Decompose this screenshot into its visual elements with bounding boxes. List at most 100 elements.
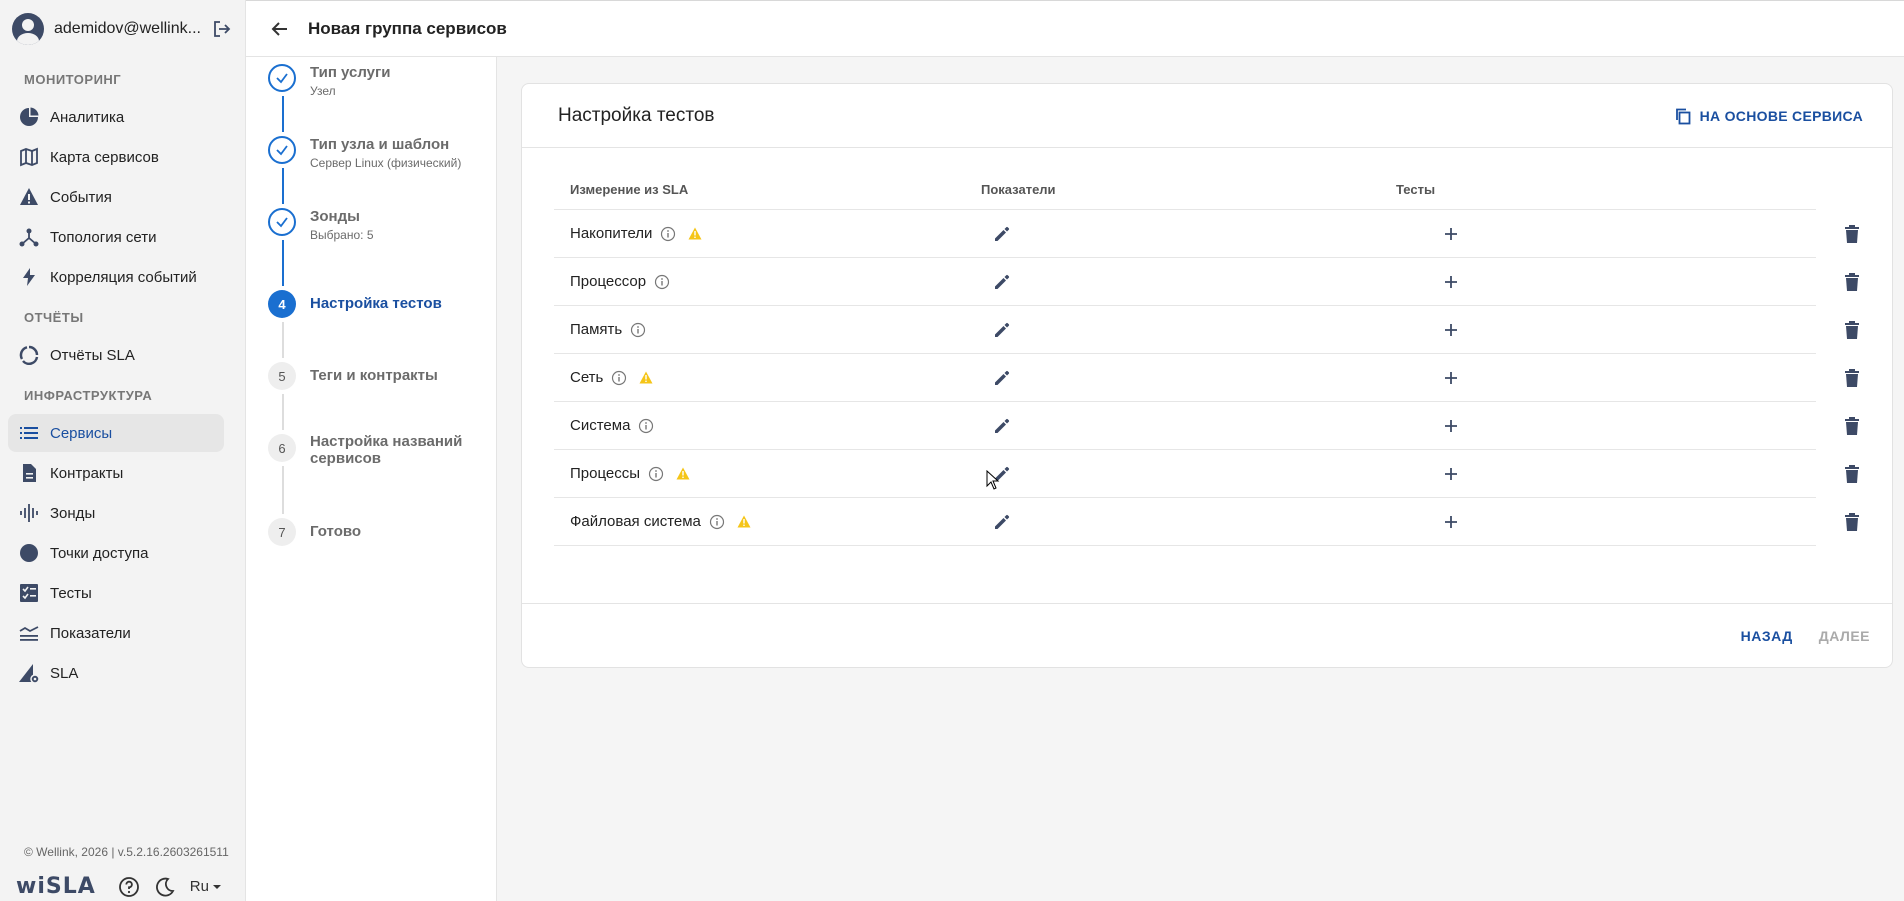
table-row: Файловая система — [554, 498, 1859, 546]
step-text: Настройка тестов — [310, 290, 442, 318]
add-test-icon[interactable] — [1443, 274, 1459, 290]
add-test-icon[interactable] — [1443, 418, 1459, 434]
delete-icon[interactable] — [1843, 272, 1861, 292]
map-icon — [18, 146, 40, 168]
logout-icon[interactable] — [211, 18, 233, 40]
wizard-stepper: Тип услуги Узел Тип узла и шаблон Сервер Li… — [246, 57, 497, 901]
sidebar-item[interactable]: SLA — [8, 654, 224, 692]
delete-icon[interactable] — [1843, 416, 1861, 436]
sidebar-nav: МОНИТОРИНГ Аналитика Карта сервисов События… — [0, 62, 245, 692]
metrics-icon — [18, 622, 40, 644]
user-name[interactable]: ademidov@wellink... — [54, 20, 211, 38]
delete-icon[interactable] — [1843, 464, 1861, 484]
step-text: Зонды Выбрано: 5 — [310, 208, 374, 242]
edit-metrics-icon[interactable] — [992, 368, 1012, 388]
check-icon — [268, 64, 296, 92]
checklist-icon — [18, 582, 40, 604]
next-button[interactable]: ДАЛЕЕ — [1819, 628, 1870, 644]
warning-icon — [688, 227, 702, 240]
based-on-service-button[interactable]: НА ОСНОВЕ СЕРВИСА — [1674, 107, 1863, 125]
sidebar-item[interactable]: Контракты — [8, 454, 224, 492]
step-title: Готово — [310, 523, 362, 540]
add-test-icon[interactable] — [1443, 466, 1459, 482]
wizard-step[interactable]: Тип услуги Узел — [268, 64, 391, 98]
measure-name: Сеть — [570, 369, 604, 386]
info-icon[interactable] — [660, 226, 676, 242]
step-subtitle: Узел — [310, 84, 336, 98]
add-test-icon[interactable] — [1443, 370, 1459, 386]
add-test-icon[interactable] — [1443, 322, 1459, 338]
edit-metrics-icon[interactable] — [992, 320, 1012, 340]
wizard-step: 4 Настройка тестов — [268, 290, 442, 318]
table-row: Система — [554, 402, 1859, 450]
sidebar-item[interactable]: События — [8, 178, 224, 216]
add-test-icon[interactable] — [1443, 514, 1459, 530]
edit-metrics-icon[interactable] — [992, 416, 1012, 436]
sidebar-item[interactable]: Показатели — [8, 614, 224, 652]
sidebar-item[interactable]: Корреляция событий — [8, 258, 224, 296]
step-connector — [282, 394, 284, 430]
step-title: Настройка тестов — [310, 295, 442, 312]
wizard-step: 6 Настройка названий сервисов — [268, 433, 480, 467]
back-arrow-icon[interactable] — [266, 15, 294, 43]
warning-icon — [639, 371, 653, 384]
sidebar-item[interactable]: Точки доступа — [8, 534, 224, 572]
info-icon[interactable] — [630, 322, 646, 338]
tests-table: Измерение из SLA Показатели Тесты Накопи… — [554, 182, 1859, 546]
help-icon[interactable] — [118, 876, 140, 898]
sidebar-item-label: Топология сети — [50, 228, 157, 246]
warning-icon — [737, 515, 751, 528]
measure-name: Система — [570, 417, 631, 434]
sidebar-item[interactable]: Сервисы — [8, 414, 224, 452]
edit-metrics-icon[interactable] — [992, 224, 1012, 244]
warning-icon — [676, 467, 690, 480]
measure-name: Файловая система — [570, 513, 701, 530]
step-number: 6 — [268, 434, 296, 462]
sidebar-item-label: Сервисы — [50, 424, 113, 442]
sidebar-item-label: Карта сервисов — [50, 148, 159, 166]
info-icon[interactable] — [638, 418, 654, 434]
step-subtitle: Сервер Linux (физический) — [310, 156, 462, 170]
step-connector — [282, 466, 284, 514]
avatar[interactable] — [12, 13, 44, 45]
chevron-down-icon — [212, 884, 221, 889]
sidebar-item[interactable]: Топология сети — [8, 218, 224, 256]
back-button[interactable]: НАЗАД — [1741, 628, 1793, 644]
wizard-step[interactable]: Тип узла и шаблон Сервер Linux (физически… — [268, 136, 461, 170]
language-select[interactable]: Ru — [190, 878, 225, 895]
measure-name: Накопители — [570, 225, 653, 242]
step-text: Готово — [310, 518, 361, 546]
info-icon[interactable] — [648, 466, 664, 482]
section-label: МОНИТОРИНГ — [24, 72, 122, 87]
add-test-icon[interactable] — [1443, 226, 1459, 242]
sidebar-item[interactable]: Отчёты SLA — [8, 336, 224, 374]
delete-icon[interactable] — [1843, 512, 1861, 532]
sidebar-item-label: Отчёты SLA — [50, 346, 135, 364]
topology-icon — [18, 226, 40, 248]
sidebar-item[interactable]: Аналитика — [8, 98, 224, 136]
delete-icon[interactable] — [1843, 368, 1861, 388]
measure-name: Процессор — [570, 273, 647, 290]
sidebar-item-label: Контракты — [50, 464, 124, 482]
info-icon[interactable] — [709, 514, 725, 530]
section-label: ИНФРАСТРУКТУРА — [24, 388, 153, 403]
tests-setup-card: Настройка тестов НА ОСНОВЕ СЕРВИСА Измер… — [521, 83, 1893, 668]
list-icon — [18, 422, 40, 444]
delete-icon[interactable] — [1843, 224, 1861, 244]
dark-mode-icon[interactable] — [154, 876, 176, 898]
step-title: Настройка названий сервисов — [310, 433, 463, 467]
sidebar-item[interactable]: Тесты — [8, 574, 224, 612]
wizard-step[interactable]: Зонды Выбрано: 5 — [268, 208, 374, 242]
check-icon — [268, 208, 296, 236]
step-connector — [282, 322, 284, 358]
edit-metrics-icon[interactable] — [992, 512, 1012, 532]
edit-metrics-icon[interactable] — [992, 272, 1012, 292]
lightning-icon — [18, 266, 40, 288]
delete-icon[interactable] — [1843, 320, 1861, 340]
sidebar-item-label: Зонды — [50, 504, 96, 522]
info-icon[interactable] — [611, 370, 627, 386]
info-icon[interactable] — [654, 274, 670, 290]
mouse-cursor-icon — [986, 469, 1000, 495]
sidebar-item[interactable]: Зонды — [8, 494, 224, 532]
sidebar-item[interactable]: Карта сервисов — [8, 138, 224, 176]
